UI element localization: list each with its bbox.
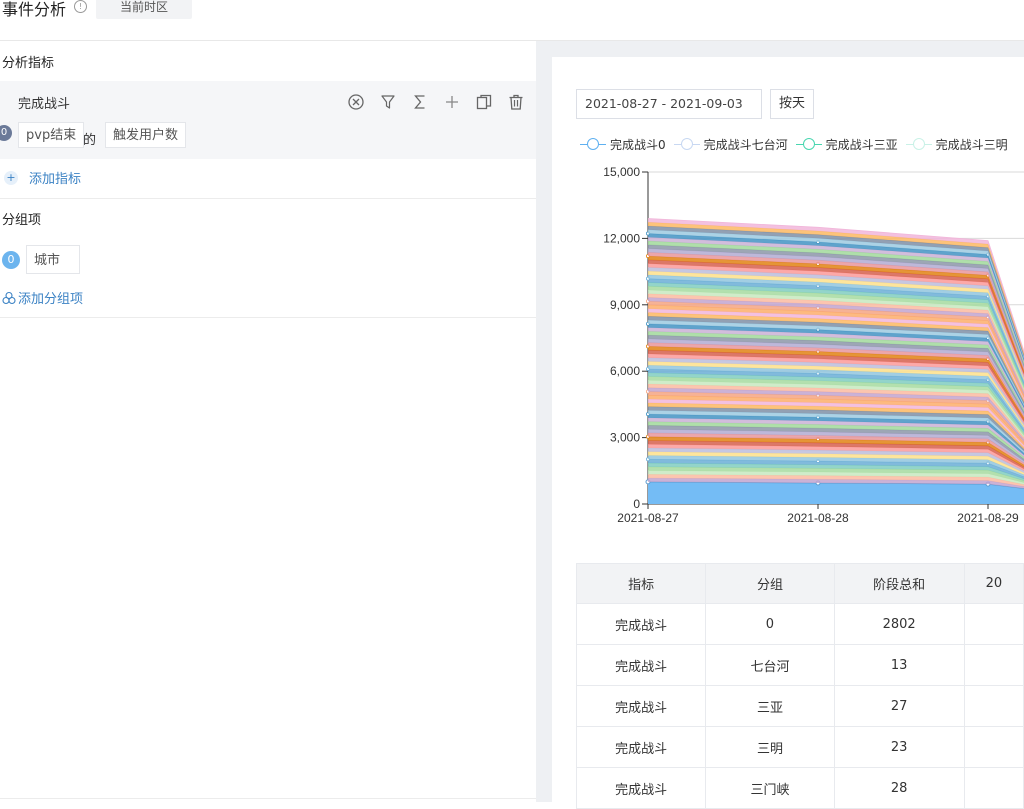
column-header[interactable]: 分组 — [705, 563, 835, 604]
table-cell: 完成战斗 — [575, 644, 707, 686]
table-cell — [963, 644, 1024, 686]
table-cell: 三门峡 — [705, 767, 835, 809]
table-cell — [963, 726, 1024, 768]
table-cell: 0 — [705, 603, 835, 645]
x-tick-label: 2021-08-27 — [617, 511, 679, 525]
table-cell: 完成战斗 — [575, 767, 707, 809]
table-cell: 三亚 — [705, 685, 835, 727]
table-cell: 28 — [833, 767, 965, 809]
table-header-row: 指标 分组 阶段总和 20 — [575, 563, 1024, 604]
table-cell: 完成战斗 — [575, 685, 707, 727]
y-tick-label: 9,000 — [610, 298, 640, 312]
table-row: 完成战斗 三亚 27 — [575, 685, 1024, 727]
table-row: 完成战斗 三门峡 28 — [575, 767, 1024, 809]
y-tick-label: 3,000 — [610, 431, 640, 445]
y-tick-label: 12,000 — [603, 231, 640, 245]
x-tick-label: 2021-08-29 — [957, 511, 1019, 525]
table-cell: 2802 — [833, 603, 965, 645]
y-tick-label: 0 — [633, 497, 640, 511]
table-cell: 七台河 — [705, 644, 835, 686]
table-cell: 13 — [833, 644, 965, 686]
area-series — [648, 481, 1024, 504]
table-cell — [963, 767, 1024, 809]
table-cell: 完成战斗 — [575, 603, 707, 645]
table-row: 完成战斗 三明 23 — [575, 726, 1024, 768]
table-cell — [963, 685, 1024, 727]
table-cell: 完成战斗 — [575, 726, 707, 768]
table-row: 完成战斗 七台河 13 — [575, 644, 1024, 686]
table-row: 完成战斗 0 2802 — [575, 603, 1024, 645]
y-tick-label: 15,000 — [603, 165, 640, 179]
data-table: 指标 分组 阶段总和 20 完成战斗 0 2802 完成战斗 七台河 13 完成… — [575, 563, 1024, 809]
y-tick-label: 6,000 — [610, 364, 640, 378]
table-cell: 三明 — [705, 726, 835, 768]
column-header[interactable]: 阶段总和 — [833, 563, 965, 604]
column-header[interactable]: 指标 — [575, 563, 707, 604]
x-tick-label: 2021-08-28 — [787, 511, 849, 525]
column-header[interactable]: 20 — [963, 563, 1024, 604]
table-cell: 23 — [833, 726, 965, 768]
table-cell — [963, 603, 1024, 645]
divider — [0, 798, 536, 799]
stacked-area-chart: 0 3,000 6,000 9,000 12,000 15,000 2021-08-27 20… — [603, 165, 1024, 525]
table-cell: 27 — [833, 685, 965, 727]
